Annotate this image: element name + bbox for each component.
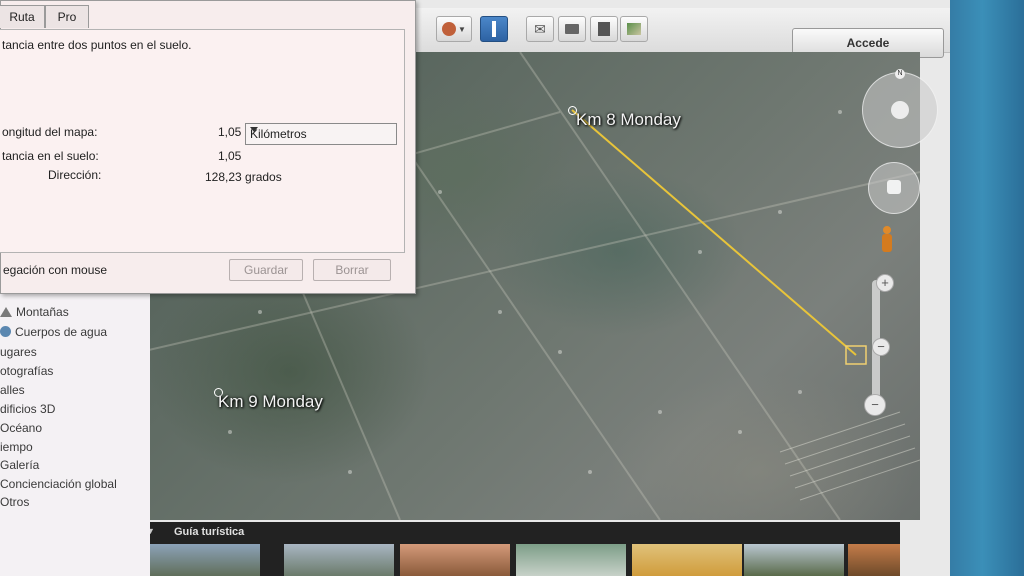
mountain-icon [0,307,12,317]
hand-icon [887,180,901,194]
ground-distance-label: tancia en el suelo: [2,149,99,163]
layer-item-photos[interactable]: otografías [0,364,53,382]
layer-label: iempo [0,440,33,454]
mouse-navigation-checkbox[interactable]: egación con mouse [3,263,107,277]
tour-thumbnail[interactable] [848,544,900,576]
print-button[interactable] [558,16,586,42]
direction-label: Dirección: [48,168,102,182]
tour-thumbnail[interactable] [150,544,260,576]
layer-label: Otros [0,495,30,509]
printer-icon [565,24,579,34]
maps-icon [627,23,641,35]
planets-button[interactable]: ▼ [436,16,472,42]
layer-item-gallery[interactable]: Galería [0,458,39,476]
planet-icon [442,22,457,36]
water-icon [0,326,11,337]
save-image-button[interactable] [590,16,618,42]
tour-guide-title: Guía turística [174,526,245,538]
google-earth-window: ▼ ✉ Accede Km 8 Monday Km 9 Monday N + −… [0,0,950,576]
layer-label: otografías [0,364,54,378]
view-in-maps-button[interactable] [620,16,648,42]
layer-item-streets[interactable]: alles [0,383,25,401]
direction-value: 128,23 grados [205,170,282,184]
unit-select-value: Kilómetros [250,127,307,141]
email-button[interactable]: ✉ [526,16,554,42]
tour-guide-strip: ▼ Guía turística [146,522,900,576]
layer-label: Cuerpos de agua [15,325,108,339]
layer-label: alles [0,383,25,397]
tour-thumbnail[interactable] [400,544,510,576]
layer-item-montanas[interactable]: Montañas [0,305,69,323]
layer-item-ocean[interactable]: Océano [0,421,42,439]
layer-item-3d-buildings[interactable]: dificios 3D [0,402,55,420]
tab-route[interactable]: Ruta [0,5,45,28]
layer-label: Montañas [16,305,69,319]
save-button[interactable]: Guardar [229,259,303,281]
layer-label: ugares [0,345,37,359]
eye-icon [891,101,909,119]
ground-distance-value: 1,05 [218,149,242,163]
ruler-description: tancia entre dos puntos en el suelo. [2,38,192,52]
layer-label: Concienciación global [0,477,117,491]
zoom-in-button[interactable]: + [876,274,894,292]
tour-thumbnail[interactable] [284,544,394,576]
clear-button[interactable]: Borrar [313,259,391,281]
tour-thumbnail[interactable] [632,544,742,576]
chevron-down-icon [250,127,258,132]
envelope-icon: ✉ [534,20,546,37]
placemark-km8[interactable]: Km 8 Monday [576,110,681,130]
map-length-value: 1,05 [218,125,242,139]
zoom-out-button[interactable]: − [864,394,886,416]
layer-item-weather[interactable]: iempo [0,440,33,458]
layer-item-others[interactable]: Otros [0,495,29,513]
unit-select[interactable]: Kilómetros [245,123,397,145]
layer-item-water[interactable]: Cuerpos de agua [0,325,107,343]
ruler-button[interactable] [480,16,508,42]
tab-pro[interactable]: Pro [45,5,89,28]
zoom-handle[interactable]: − [872,338,890,356]
layer-label: Océano [0,421,43,435]
layer-item-global-awareness[interactable]: Concienciación global [0,477,117,495]
save-image-icon [598,22,610,36]
layer-label: Galería [0,458,40,472]
tour-thumbnail[interactable] [516,544,626,576]
layer-item-places[interactable]: ugares [0,345,37,363]
look-around-control[interactable]: N [862,69,938,148]
north-icon[interactable]: N [895,69,905,79]
layers-panel: Islas Montañas Cuerpos de agua ugares ot… [0,280,150,576]
placemark-km9[interactable]: Km 9 Monday [218,392,323,412]
ruler-line [571,109,857,356]
map-length-label: ongitud del mapa: [2,125,98,139]
tour-thumbnail[interactable] [744,544,844,576]
move-control[interactable] [868,162,920,214]
ruler-dialog: Ruta Pro tancia entre dos puntos en el s… [0,0,416,294]
chevron-down-icon: ▼ [458,24,466,34]
toolbar: ▼ ✉ Accede [412,8,950,58]
street-view-pegman-icon[interactable] [880,226,894,258]
layer-label: dificios 3D [0,402,56,416]
ruler-icon [492,21,496,37]
